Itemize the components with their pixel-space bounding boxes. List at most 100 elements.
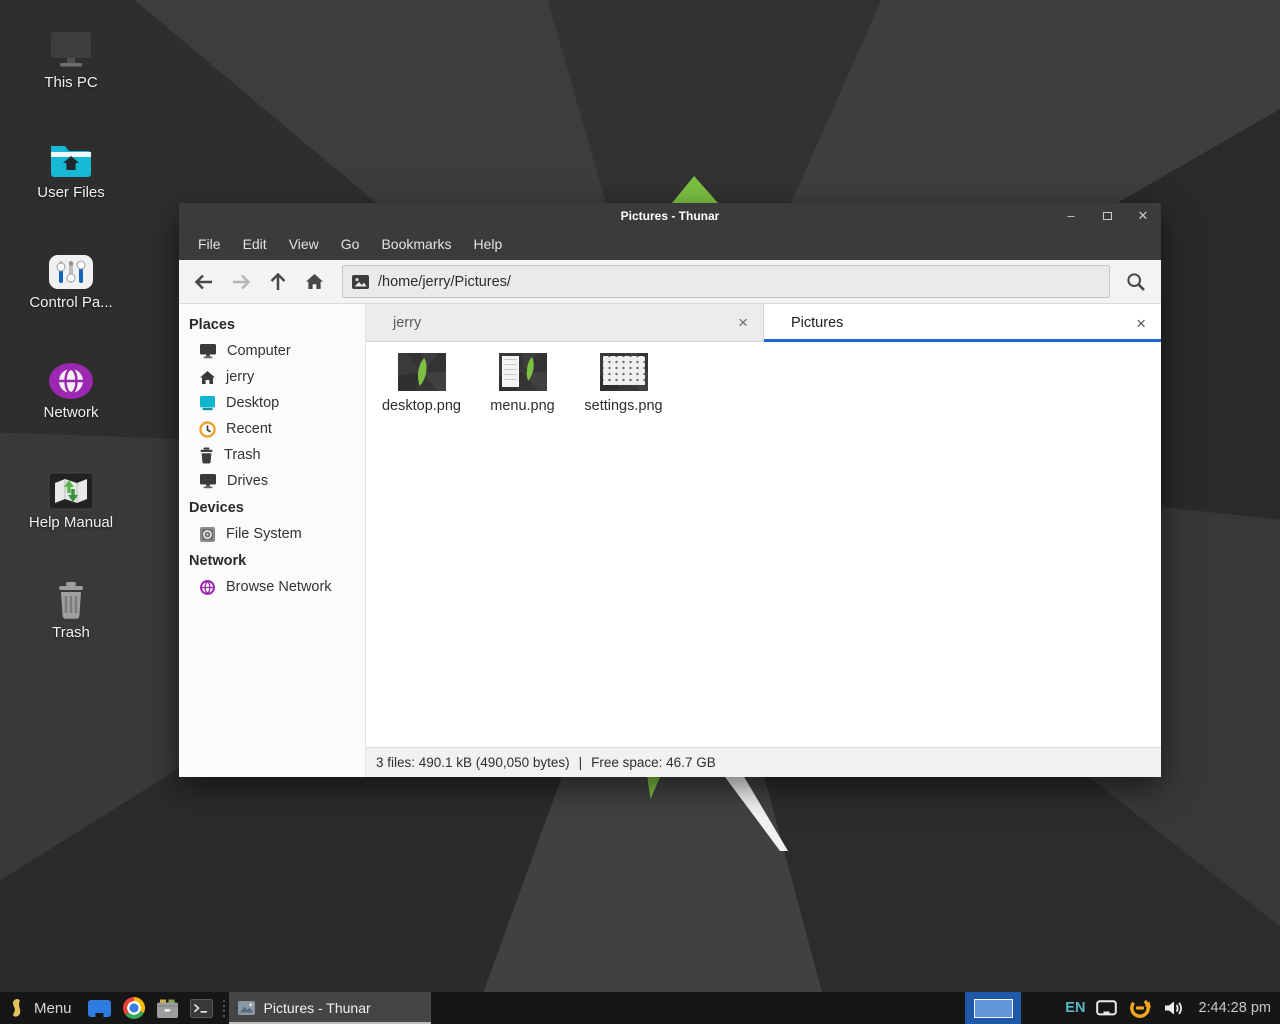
wallpaper-logo-green-bottom: [647, 775, 661, 799]
status-separator: |: [579, 755, 583, 770]
sidebar-item-file-system[interactable]: File System: [179, 521, 365, 547]
path-field[interactable]: /home/jerry/Pictures/: [342, 265, 1110, 298]
file-name: settings.png: [584, 398, 662, 414]
home-button[interactable]: [296, 265, 333, 299]
file-menu-png[interactable]: menu.png: [472, 353, 573, 414]
launcher-chrome[interactable]: [117, 992, 151, 1024]
forward-button[interactable]: [222, 265, 259, 299]
sidebar-item-desktop[interactable]: Desktop: [179, 390, 365, 416]
sidebar-item-drives[interactable]: Drives: [179, 468, 365, 494]
menu-file[interactable]: File: [187, 236, 232, 252]
desktop-icon-label: Network: [43, 404, 98, 421]
computer-icon: [199, 343, 217, 359]
window-controls: – ✕: [1065, 203, 1149, 228]
sidebar-item-computer[interactable]: Computer: [179, 338, 365, 364]
wallpaper-logo-white-streak: [722, 773, 788, 851]
desktop-icon-this-pc[interactable]: This PC: [10, 20, 132, 130]
applications-menu-button[interactable]: Menu: [0, 992, 83, 1024]
tab-label: Pictures: [791, 315, 843, 331]
volume-icon[interactable]: [1163, 999, 1184, 1017]
desktop-icon-trash[interactable]: Trash: [10, 570, 132, 680]
workspace-1[interactable]: [974, 999, 1013, 1018]
settings-screenshot-thumb: [600, 353, 648, 391]
sidebar-item-browse-network[interactable]: Browse Network: [179, 574, 365, 600]
sidebar-section-places: Places: [179, 311, 365, 338]
workspace-switcher[interactable]: [965, 992, 1021, 1024]
launcher-terminal[interactable]: [185, 992, 219, 1024]
chrome-icon: [123, 997, 145, 1019]
tab-label: jerry: [393, 315, 421, 331]
task-button-thunar[interactable]: Pictures - Thunar: [229, 992, 431, 1024]
file-settings-png[interactable]: settings.png: [573, 353, 674, 414]
sidebar-item-label: Computer: [227, 343, 291, 359]
search-icon: [1126, 272, 1146, 292]
desktop-icon-control-panel[interactable]: Control Pa...: [10, 240, 132, 350]
launcher-show-desktop[interactable]: [83, 992, 117, 1024]
control-panel-icon: [48, 240, 94, 290]
path-text: /home/jerry/Pictures/: [378, 274, 511, 290]
close-icon[interactable]: ✕: [1137, 209, 1149, 222]
tab-close-icon[interactable]: ×: [1136, 315, 1146, 332]
file-view[interactable]: desktop.png menu.png settings.png: [366, 342, 1161, 747]
display-icon[interactable]: [1096, 1000, 1117, 1016]
file-desktop-png[interactable]: desktop.png: [371, 353, 472, 414]
menu-go[interactable]: Go: [330, 236, 371, 252]
menu-icon: [9, 998, 25, 1018]
window-titlebar[interactable]: Pictures - Thunar – ✕: [179, 203, 1161, 228]
task-button-label: Pictures - Thunar: [264, 1000, 371, 1016]
status-free-space: Free space: 46.7 GB: [591, 755, 716, 770]
terminal-icon: [190, 999, 213, 1018]
menu-bookmarks[interactable]: Bookmarks: [370, 236, 462, 252]
wallpaper-logo-green-top: [672, 176, 718, 203]
desktop-icon-label: Help Manual: [29, 514, 113, 531]
keyboard-layout-indicator[interactable]: EN: [1065, 1000, 1085, 1016]
tasklist-handle[interactable]: [219, 992, 229, 1024]
image-file-icon: [352, 275, 369, 289]
clock-icon: [199, 421, 216, 438]
desktop-screenshot-thumb: [398, 353, 446, 391]
taskbar: Menu Pictures - Thunar EN 2:44:28 pm: [0, 992, 1280, 1024]
file-cabinet-icon: [156, 998, 179, 1019]
network-globe-icon: [48, 350, 94, 400]
desktop-icon-label: Control Pa...: [29, 294, 112, 311]
menu-view[interactable]: View: [278, 236, 330, 252]
minimize-icon[interactable]: –: [1065, 209, 1077, 222]
launcher-file-cabinet[interactable]: [151, 992, 185, 1024]
sidebar: Places Computer jerry Desktop Recent Tra…: [179, 304, 366, 777]
tab-jerry[interactable]: jerry ×: [366, 304, 764, 342]
desktop-icon-label: This PC: [44, 74, 97, 91]
maximize-icon[interactable]: [1101, 212, 1113, 220]
sidebar-item-recent[interactable]: Recent: [179, 416, 365, 442]
home-folder-icon: [48, 130, 94, 180]
home-icon: [305, 273, 324, 290]
back-icon: [194, 274, 214, 290]
show-desktop-icon: [87, 999, 112, 1018]
desktop-icon-user-files[interactable]: User Files: [10, 130, 132, 240]
tab-pictures[interactable]: Pictures ×: [764, 304, 1161, 342]
trash-icon: [199, 447, 214, 464]
desktop-icon: [199, 395, 216, 411]
menu-screenshot-thumb: [499, 353, 547, 391]
sidebar-item-jerry[interactable]: jerry: [179, 364, 365, 390]
window-title: Pictures - Thunar: [621, 209, 720, 223]
sidebar-item-label: Browse Network: [226, 579, 332, 595]
window-body: Places Computer jerry Desktop Recent Tra…: [179, 304, 1161, 777]
menu-help[interactable]: Help: [463, 236, 514, 252]
sidebar-item-trash[interactable]: Trash: [179, 442, 365, 468]
toolbar: /home/jerry/Pictures/: [179, 260, 1161, 304]
harddisk-icon: [199, 526, 216, 543]
help-manual-icon: [48, 460, 94, 510]
trash-can-icon: [48, 570, 94, 620]
tab-close-icon[interactable]: ×: [738, 314, 748, 331]
up-button[interactable]: [259, 265, 296, 299]
update-icon[interactable]: [1128, 996, 1152, 1020]
desktop-icon-network[interactable]: Network: [10, 350, 132, 460]
sidebar-item-label: Desktop: [226, 395, 279, 411]
menu-edit[interactable]: Edit: [232, 236, 278, 252]
menubar: File Edit View Go Bookmarks Help: [179, 228, 1161, 260]
back-button[interactable]: [185, 265, 222, 299]
desktop-icon-help-manual[interactable]: Help Manual: [10, 460, 132, 570]
search-button[interactable]: [1117, 265, 1155, 299]
sidebar-item-label: Trash: [224, 447, 261, 463]
clock[interactable]: 2:44:28 pm: [1198, 1000, 1271, 1016]
